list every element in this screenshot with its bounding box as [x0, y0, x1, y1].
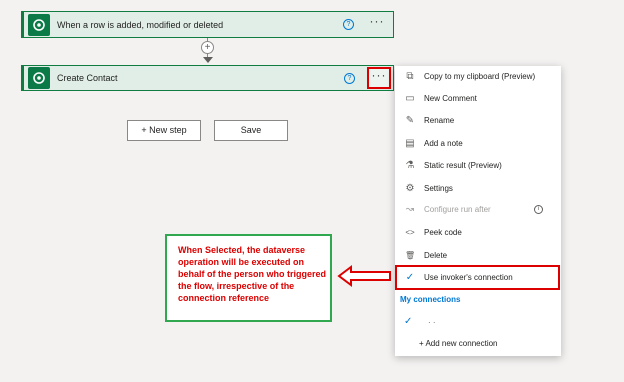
- annotation-callout: When Selected, the dataverse operation w…: [165, 234, 332, 322]
- dataverse-logo-icon: [28, 13, 50, 36]
- menu-item-delete[interactable]: 🗑 Delete: [395, 246, 561, 264]
- menu-item-copy-to-clipboard[interactable]: ⧉ Copy to my clipboard (Preview): [395, 67, 561, 85]
- menu-item-settings[interactable]: ⚙ Settings: [395, 179, 561, 197]
- trigger-card[interactable]: When a row is added, modified or deleted…: [21, 11, 394, 38]
- menu-item-static-result[interactable]: ⚗ Static result (Preview): [395, 156, 561, 174]
- dataverse-logo-icon: [28, 67, 50, 89]
- more-options-button[interactable]: ···: [367, 67, 391, 89]
- check-icon: ✓: [404, 316, 413, 327]
- more-options-button[interactable]: ···: [366, 15, 388, 34]
- pointer-arrow-icon: [337, 265, 391, 287]
- context-menu: ⧉ Copy to my clipboard (Preview) ▭ New C…: [395, 66, 561, 356]
- menu-item-label: Delete: [424, 250, 448, 260]
- code-icon: <>: [405, 227, 415, 237]
- trash-icon: 🗑: [405, 250, 416, 260]
- menu-item-label: Peek code: [424, 227, 462, 237]
- add-new-connection-link[interactable]: + Add new connection: [419, 339, 498, 348]
- menu-item-configure-run-after[interactable]: ↝ Configure run after i: [395, 200, 561, 218]
- menu-item-label: Settings: [424, 183, 453, 193]
- gear-icon: ⚙: [405, 182, 415, 194]
- menu-item-label: Add a note: [424, 138, 463, 148]
- help-icon[interactable]: ?: [343, 19, 354, 30]
- menu-item-label: Rename: [424, 115, 455, 125]
- invoker-highlight-box: [395, 265, 560, 290]
- my-connections-heading: My connections: [400, 295, 461, 304]
- arrow-down-icon: [203, 57, 213, 63]
- pencil-icon: ✎: [405, 114, 415, 126]
- copy-icon: ⧉: [406, 70, 414, 82]
- menu-item-peek-code[interactable]: <> Peek code: [395, 223, 561, 241]
- info-icon[interactable]: i: [534, 204, 543, 214]
- callout-text: When Selected, the dataverse operation w…: [178, 245, 327, 303]
- flask-icon: ⚗: [405, 159, 415, 171]
- new-step-button[interactable]: + New step: [127, 120, 201, 141]
- menu-item-new-comment[interactable]: ▭ New Comment: [395, 89, 561, 107]
- menu-item-label: Configure run after: [424, 204, 491, 214]
- menu-item-label: New Comment: [424, 93, 477, 103]
- menu-item-label: Static result (Preview): [424, 160, 502, 170]
- trigger-title: When a row is added, modified or deleted: [57, 19, 224, 30]
- menu-item-add-note[interactable]: ▤ Add a note: [395, 134, 561, 152]
- insert-step-plus-icon[interactable]: +: [201, 41, 214, 54]
- action-title: Create Contact: [57, 73, 118, 83]
- menu-item-rename[interactable]: ✎ Rename: [395, 111, 561, 129]
- action-card[interactable]: Create Contact ? ···: [21, 65, 394, 91]
- connection-item[interactable]: · ·: [428, 318, 436, 327]
- comment-icon: ▭: [405, 92, 415, 104]
- save-button[interactable]: Save: [214, 120, 288, 141]
- help-icon[interactable]: ?: [344, 72, 355, 84]
- note-icon: ▤: [405, 137, 415, 149]
- run-after-icon: ↝: [405, 203, 415, 215]
- menu-item-label: Copy to my clipboard (Preview): [424, 71, 536, 81]
